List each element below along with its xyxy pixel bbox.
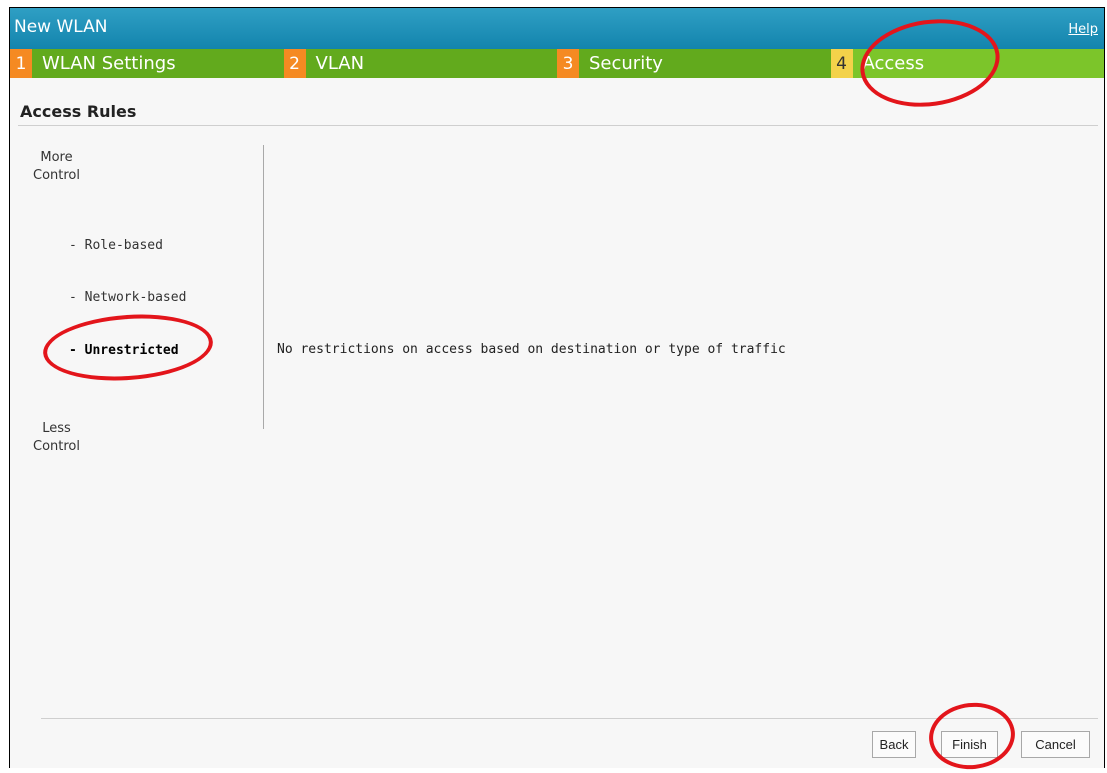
access-description: No restrictions on access based on desti… (277, 342, 786, 357)
step-label: Security (579, 49, 831, 78)
tab-vlan[interactable]: 2 VLAN (283, 49, 557, 78)
step-number: 2 (283, 49, 306, 78)
step-label: WLAN Settings (32, 49, 284, 78)
step-number: 3 (557, 49, 579, 78)
more-control-label: More Control (33, 150, 80, 183)
slider-track (263, 145, 264, 429)
access-rules-heading: Access Rules (20, 102, 137, 121)
step-label: VLAN (305, 49, 557, 78)
back-button[interactable]: Back (872, 731, 916, 758)
tab-security[interactable]: 3 Security (557, 49, 831, 78)
role-based-option[interactable]: - Role-based (69, 238, 163, 253)
less-control-label: Less Control (33, 421, 80, 454)
new-wlan-dialog: New WLAN Help 1 WLAN Settings 2 VLAN 3 S… (9, 7, 1105, 768)
dialog-title: New WLAN (14, 17, 108, 37)
step-number: 4 (830, 49, 853, 78)
help-link[interactable]: Help (1068, 22, 1098, 37)
tab-wlan-settings[interactable]: 1 WLAN Settings (10, 49, 284, 78)
cancel-button[interactable]: Cancel (1021, 731, 1090, 758)
divider (18, 125, 1098, 126)
network-based-option[interactable]: - Network-based (69, 290, 186, 305)
step-number: 1 (10, 49, 32, 78)
